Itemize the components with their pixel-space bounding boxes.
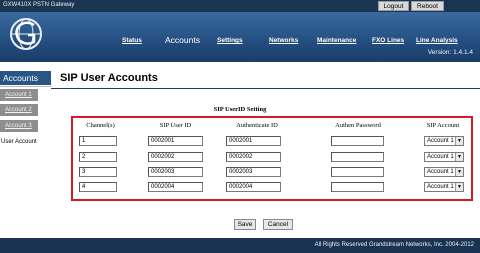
sip-account-select-1[interactable]: Account 1 ▼ [424, 136, 464, 146]
reboot-button[interactable]: Reboot [411, 1, 444, 11]
footer-copyright: All Rights Reserved Grandstream Networks… [0, 238, 480, 253]
column-header-authen-password: Authen Password [335, 122, 381, 129]
sip-user-id-field-1[interactable]: 0002001 [148, 136, 203, 146]
dropdown-arrow-icon: ▼ [455, 153, 463, 161]
sip-user-id-field-3[interactable]: 0002003 [148, 167, 203, 177]
authen-password-field-2[interactable] [331, 152, 384, 162]
nav-line-analysis[interactable]: Line Analysis [416, 37, 458, 49]
nav-settings[interactable]: Settings [217, 37, 243, 49]
save-button[interactable]: Save [234, 219, 256, 230]
dropdown-arrow-icon: ▼ [455, 183, 463, 191]
nav-networks[interactable]: Networks [269, 37, 298, 49]
authen-password-field-1[interactable] [331, 136, 384, 146]
top-bar: GXW410X PSTN Gateway Logout Reboot [0, 0, 480, 12]
sidebar-item-account-3[interactable]: Account 3 [0, 120, 38, 132]
authenticate-id-field-1[interactable]: 0002001 [226, 136, 281, 146]
sip-user-id-field-2[interactable]: 0002002 [148, 152, 203, 162]
channel-field-1[interactable]: 1 [79, 136, 117, 146]
column-header-sip-user-id: SIP User ID [159, 122, 192, 129]
dropdown-arrow-icon: ▼ [455, 137, 463, 145]
authenticate-id-field-2[interactable]: 0002002 [226, 152, 281, 162]
sidebar-item-user-account: User Account [1, 139, 37, 145]
firmware-version: Version: 1.4.1.4 [427, 49, 473, 56]
nav-maintenance[interactable]: Maintenance [317, 37, 356, 49]
channel-field-3[interactable]: 3 [79, 167, 117, 177]
header-band: Status Accounts Settings Networks Mainte… [0, 12, 480, 62]
nav-fxo-lines[interactable]: FXO Lines [372, 37, 404, 49]
app-name: GXW410X PSTN Gateway [3, 2, 75, 8]
title-rule [51, 88, 480, 89]
column-header-channels: Channel(s) [86, 122, 115, 129]
sidebar-item-account-1[interactable]: Account 1 [0, 89, 38, 101]
authen-password-field-3[interactable] [331, 167, 384, 177]
sip-account-select-value: Account 1 [427, 184, 454, 190]
authenticate-id-field-3[interactable]: 0002003 [226, 167, 281, 177]
channel-field-4[interactable]: 4 [79, 182, 117, 192]
sip-account-select-3[interactable]: Account 1 ▼ [424, 167, 464, 177]
channel-field-2[interactable]: 2 [79, 152, 117, 162]
sip-account-select-value: Account 1 [427, 138, 454, 144]
nav-accounts[interactable]: Accounts [165, 35, 200, 47]
sip-account-select-value: Account 1 [427, 169, 454, 175]
sip-account-select-2[interactable]: Account 1 ▼ [424, 152, 464, 162]
sip-account-select-4[interactable]: Account 1 ▼ [424, 182, 464, 192]
cancel-button[interactable]: Cancel [263, 219, 293, 230]
page-title: SIP User Accounts [60, 72, 158, 84]
section-title: SIP UserID Setting [213, 106, 267, 113]
sip-user-id-field-4[interactable]: 0002004 [148, 182, 203, 192]
dropdown-arrow-icon: ▼ [455, 168, 463, 176]
nav-status[interactable]: Status [122, 37, 142, 49]
column-header-sip-account: SIP Account [426, 122, 460, 129]
authen-password-field-4[interactable] [331, 182, 384, 192]
grandstream-logo [10, 18, 42, 50]
sidebar-title: Accounts [0, 71, 51, 85]
logout-button[interactable]: Logout [378, 1, 409, 11]
sidebar-divider [0, 86, 51, 87]
authenticate-id-field-4[interactable]: 0002004 [226, 182, 281, 192]
column-header-authenticate-id: Authenticate ID [236, 122, 278, 129]
sip-account-select-value: Account 1 [427, 154, 454, 160]
